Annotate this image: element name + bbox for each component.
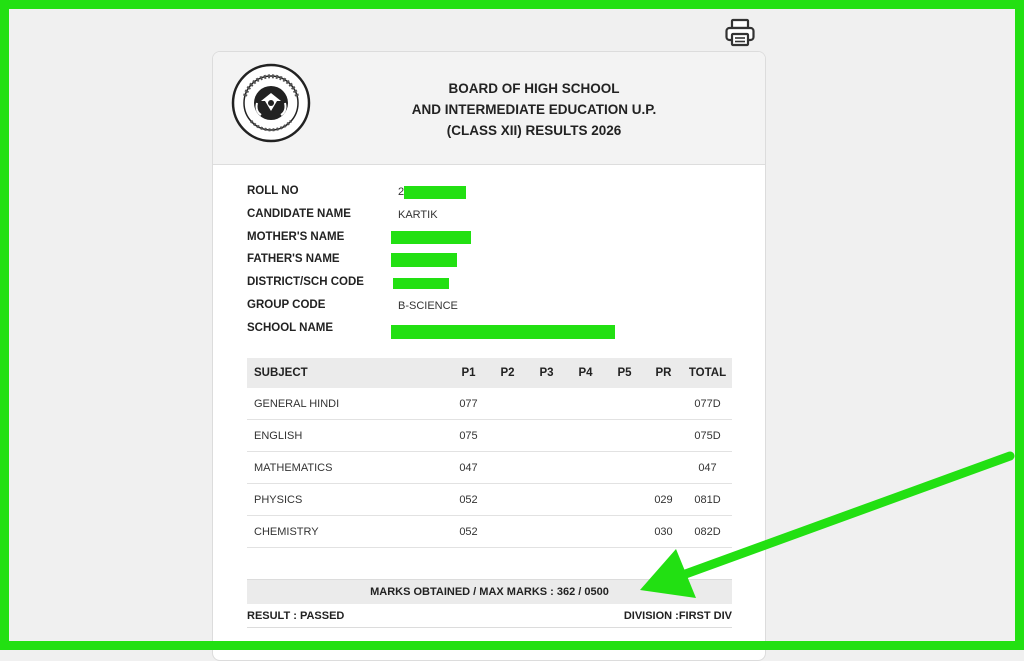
mark-cell <box>605 515 644 548</box>
subject-cell: PHYSICS <box>247 483 449 516</box>
mark-cell <box>566 388 605 420</box>
roll-no-label: ROLL NO <box>247 185 299 197</box>
col-pr: PR <box>644 358 683 388</box>
redaction-mark <box>404 186 466 199</box>
col-p5: P5 <box>605 358 644 388</box>
board-emblem-icon <box>231 63 311 143</box>
info-row-father-name: FATHER'S NAME <box>247 253 747 276</box>
total-cell: 081D <box>683 483 732 516</box>
mark-cell <box>527 419 566 452</box>
candidate-name-label: CANDIDATE NAME <box>247 207 351 220</box>
mark-cell <box>605 419 644 452</box>
father-name-label: FATHER'S NAME <box>247 253 340 266</box>
redaction-mark <box>391 324 615 339</box>
col-p2: P2 <box>488 358 527 388</box>
marks-header-row: SUBJECT P1 P2 P3 P4 P5 PR TOTAL <box>247 358 732 388</box>
total-cell: 077D <box>683 388 732 420</box>
redaction-mark <box>391 230 471 244</box>
title-line: BOARD OF HIGH SCHOOL <box>448 81 620 96</box>
mark-cell <box>527 451 566 484</box>
printer-icon[interactable] <box>724 18 756 48</box>
mark-cell <box>488 388 527 420</box>
result-status: RESULT : PASSED <box>247 610 345 622</box>
total-cell: 082D <box>683 515 732 548</box>
info-row-district: DISTRICT/SCH CODE <box>247 276 747 299</box>
info-row-school-name: SCHOOL NAME <box>247 322 747 345</box>
table-row: ENGLISH 075 075D <box>247 419 732 452</box>
info-row-group-code: GROUP CODE B-SCIENCE <box>247 299 747 322</box>
mark-cell: 030 <box>644 515 683 548</box>
result-title: BOARD OF HIGH SCHOOL AND INTERMEDIATE ED… <box>363 78 705 141</box>
mother-name-label: MOTHER'S NAME <box>247 230 345 243</box>
subject-cell: CHEMISTRY <box>247 515 449 548</box>
mark-cell: 052 <box>449 515 488 548</box>
mark-cell <box>527 515 566 548</box>
student-info: ROLL NO 2 CANDIDATE NAME KARTIK MOTHER'S… <box>247 185 747 345</box>
mark-cell <box>488 515 527 548</box>
marks-summary: MARKS OBTAINED / MAX MARKS : 362 / 0500 <box>247 579 732 604</box>
redaction-mark <box>393 278 449 290</box>
mark-cell: 052 <box>449 483 488 516</box>
mark-cell <box>605 388 644 420</box>
subject-cell: MATHEMATICS <box>247 451 449 484</box>
col-total: TOTAL <box>683 358 732 388</box>
mark-cell <box>488 483 527 516</box>
group-code-value: B-SCIENCE <box>398 299 458 312</box>
district-label: DISTRICT/SCH CODE <box>247 276 364 289</box>
marks-table: SUBJECT P1 P2 P3 P4 P5 PR TOTAL GENERAL … <box>247 358 732 548</box>
mark-cell: 077 <box>449 388 488 420</box>
info-row-mother-name: MOTHER'S NAME <box>247 230 747 254</box>
mark-cell <box>605 451 644 484</box>
subject-cell: GENERAL HINDI <box>247 388 449 420</box>
mark-cell <box>488 451 527 484</box>
col-p1: P1 <box>449 358 488 388</box>
subject-cell: ENGLISH <box>247 419 449 452</box>
school-name-label: SCHOOL NAME <box>247 321 334 334</box>
mark-cell <box>566 451 605 484</box>
mark-cell <box>527 388 566 420</box>
redaction-mark <box>391 253 457 268</box>
group-code-label: GROUP CODE <box>247 298 326 311</box>
total-cell: 075D <box>683 419 732 452</box>
mark-cell <box>644 451 683 484</box>
table-row: GENERAL HINDI 077 077D <box>247 388 732 420</box>
total-cell: 047 <box>683 451 732 484</box>
col-subject: SUBJECT <box>247 358 449 388</box>
result-header: BOARD OF HIGH SCHOOL AND INTERMEDIATE ED… <box>213 52 765 165</box>
division-status: DIVISION :FIRST DIV <box>623 610 732 622</box>
mark-cell <box>605 483 644 516</box>
result-card: BOARD OF HIGH SCHOOL AND INTERMEDIATE ED… <box>212 51 766 661</box>
mark-cell <box>566 419 605 452</box>
table-row: MATHEMATICS 047 047 <box>247 451 732 484</box>
mark-cell: 075 <box>449 419 488 452</box>
mark-cell <box>644 419 683 452</box>
mark-cell <box>527 483 566 516</box>
mark-cell <box>566 483 605 516</box>
col-p4: P4 <box>566 358 605 388</box>
col-p3: P3 <box>527 358 566 388</box>
mark-cell <box>566 515 605 548</box>
table-row: CHEMISTRY 052 030 082D <box>247 515 732 548</box>
mark-cell <box>488 419 527 452</box>
candidate-name-value: KARTIK <box>398 208 438 221</box>
info-row-roll-no: ROLL NO 2 <box>247 185 747 208</box>
title-line: (CLASS XII) RESULTS 2026 <box>446 123 622 138</box>
info-row-candidate-name: CANDIDATE NAME KARTIK <box>247 208 747 231</box>
result-row: RESULT : PASSED DIVISION :FIRST DIV <box>247 605 732 628</box>
table-row: PHYSICS 052 029 081D <box>247 483 732 516</box>
mark-cell: 029 <box>644 483 683 516</box>
mark-cell <box>644 388 683 420</box>
title-line: AND INTERMEDIATE EDUCATION U.P. <box>411 102 657 117</box>
mark-cell: 047 <box>449 451 488 484</box>
